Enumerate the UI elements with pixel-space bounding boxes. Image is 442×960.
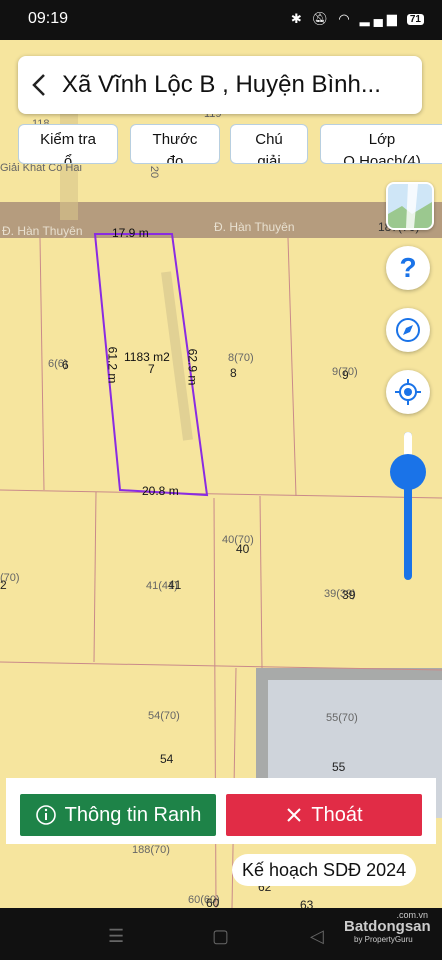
parcel-area: 1183 m2 <box>124 350 170 364</box>
measure-right: 62.9 m <box>185 348 200 386</box>
parcel-number: 63 <box>300 898 314 908</box>
back-chevron <box>32 74 45 96</box>
chip-planning-layer[interactable]: Lớp Q.Hoạch(4) <box>320 124 442 164</box>
parcel-number: 55 <box>332 760 346 774</box>
boundary-info-label: Thông tin Ranh <box>64 803 202 826</box>
boundary-info-button[interactable]: Thông tin Ranh <box>20 794 216 836</box>
help-button[interactable]: ? <box>386 246 430 290</box>
status-time: 09:19 <box>28 10 69 27</box>
road-number: 20 <box>148 165 161 179</box>
chip-sublabel: giải <box>257 153 281 164</box>
status-icons: ✱ 🔕︎ ◠ ▂▄▆ 71 <box>291 11 424 27</box>
opacity-slider-thumb[interactable] <box>390 454 426 490</box>
my-location-button[interactable] <box>386 370 430 414</box>
question-icon: ? <box>399 252 417 283</box>
parcel-number: 54 <box>160 752 174 766</box>
chip-sublabel: ổ <box>63 153 73 164</box>
parcel-number: 41 <box>168 578 182 592</box>
exit-label: Thoát <box>311 803 363 826</box>
mute-icon: 🔕︎ <box>311 11 333 26</box>
bluetooth-icon: ✱ <box>290 11 306 26</box>
chip-sublabel: Q.Hoạch(4) <box>343 153 421 164</box>
info-icon <box>35 805 56 825</box>
parcel-number: 9 <box>342 368 349 382</box>
chip-ruler[interactable]: Thước đo <box>130 124 220 164</box>
home-icon[interactable]: ▢ <box>212 926 229 947</box>
parcel-number: 7 <box>148 362 155 376</box>
road-label: Đ. Hàn Thuyên <box>214 220 295 234</box>
parcel-number: 6 <box>62 358 69 372</box>
parcel-number: 60 <box>206 896 220 908</box>
exit-button[interactable]: Thoát <box>226 794 422 836</box>
satellite-map-icon <box>388 184 432 228</box>
measure-top: 17.9 m <box>112 226 149 240</box>
measure-bottom: 20.8 m <box>142 484 179 498</box>
parcel-label: 54(70) <box>148 710 180 722</box>
signal-icon: ▂▄▆ <box>359 11 401 26</box>
compass-icon <box>396 318 420 342</box>
battery-icon: 71 <box>406 13 424 25</box>
status-bar: 09:19 ✱ 🔕︎ ◠ ▂▄▆ 71 <box>0 0 442 40</box>
location-title: Xã Vĩnh Lộc B , Huyện Bình... <box>62 71 381 98</box>
watermark-sub: by PropertyGuru <box>354 935 413 944</box>
crosshair-icon <box>395 379 421 405</box>
compass-button[interactable] <box>386 308 430 352</box>
parcel-number: 2 <box>0 578 7 592</box>
road-label: Đ. Hàn Thuyên <box>2 224 83 238</box>
plan-badge: Kế hoạch SDĐ 2024 <box>232 854 417 886</box>
menu-icon[interactable]: ☰ <box>108 926 124 947</box>
parcel-number: 39 <box>342 588 356 602</box>
parcel-number: 8 <box>230 366 237 380</box>
chip-legend[interactable]: Chú giải <box>230 124 308 164</box>
map-layer-button[interactable] <box>386 182 434 230</box>
chip-sublabel: đo <box>166 153 184 164</box>
measure-left: 61.2 m <box>105 346 120 384</box>
chip-check-parcel[interactable]: Kiểm tra ổ <box>18 124 118 164</box>
wifi-icon: ◠ <box>338 11 354 26</box>
chevron-left-icon[interactable] <box>18 71 62 99</box>
close-icon <box>287 808 302 822</box>
parcel-label: 8(70) <box>228 352 254 364</box>
watermark-brand: Batdongsan <box>344 918 431 935</box>
watermark: .com.vn Batdongsan by PropertyGuru <box>318 910 431 944</box>
parcel-label: 188(70) <box>132 844 170 856</box>
parcel-label: 55(70) <box>326 712 358 724</box>
parcel-number: 40 <box>236 542 250 556</box>
location-header: Xã Vĩnh Lộc B , Huyện Bình... <box>18 56 422 114</box>
